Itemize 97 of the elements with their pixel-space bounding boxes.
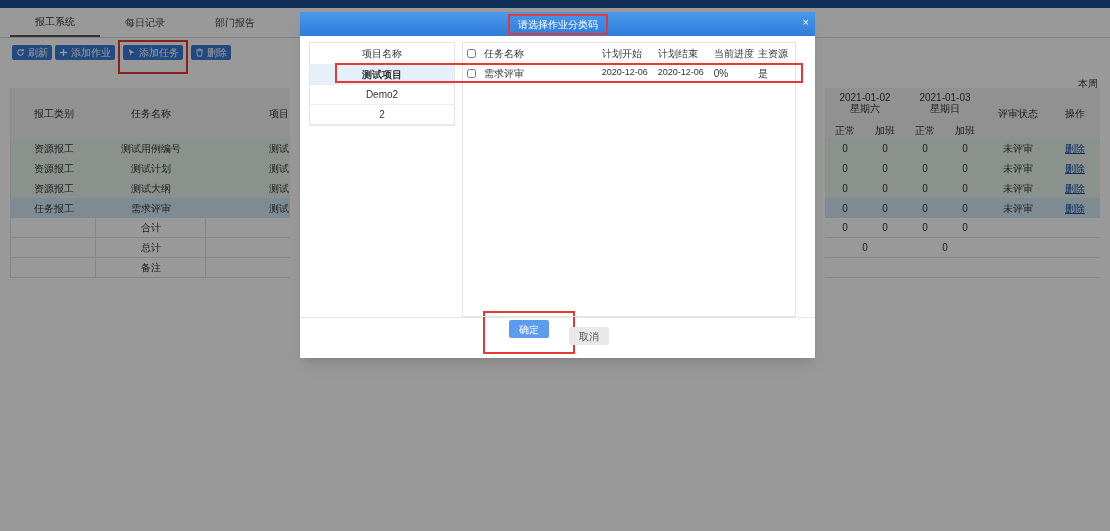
table-row[interactable]: 0 0 0 0 未评审 删除 [825,198,1100,218]
column-header: 计划开始 [601,46,643,61]
toolbar-button[interactable]: 添加作业 [55,45,115,60]
table-cell-text: 测试 [269,141,289,156]
close-button[interactable]: × [802,17,809,28]
table-cell-text: 未评审 [1002,181,1033,196]
column-header: 加班 [875,124,895,138]
table-cell-text: 测试用例编号 [121,141,181,156]
table-cell-text: 0 [962,201,968,216]
table-cell-text: 需求评审 [484,66,525,81]
table-cell-text: 0 [862,241,868,255]
table-cell-text: 0 [962,141,968,156]
table-cell-text: 0 [962,161,968,176]
table-cell-text: 0 [922,161,928,176]
table-cell-text: 0 [842,221,848,235]
table-cell-text: 需求评审 [131,201,171,216]
delete-link[interactable]: 删除 [1065,180,1085,196]
table-cell-text: 测试 [269,161,289,176]
tab[interactable]: 部门报告 [190,8,280,37]
table-cell-text: 合计 [140,221,161,235]
table-cell-text: 任务报工 [33,201,74,216]
table-row[interactable]: 0 0 0 0 未评审 删除 [825,178,1100,198]
table-cell-text: 2020-12-06 [601,66,649,80]
select-all-checkbox[interactable] [467,48,476,58]
toolbar-button[interactable]: 删除 [191,45,231,60]
table-cell-text: 0 [922,221,928,235]
column-header: 主资源 [758,46,790,61]
plus-icon [59,48,68,57]
table-row[interactable]: 资源报工 测试大纲 测试 [11,178,290,198]
tab[interactable]: 报工系统 [10,8,100,37]
project-item[interactable]: Demo2 [310,85,454,105]
table-cell-text: 0 [882,141,888,156]
table-cell-text: 0% [713,66,730,81]
delete-link[interactable]: 删除 [1065,200,1085,216]
table-cell-text: 测试大纲 [131,181,171,196]
table-cell-text: 0 [842,201,848,216]
table-cell-text: 0 [922,201,928,216]
tab[interactable]: 每日记录 [100,8,190,37]
table-cell-text: 未评审 [1002,161,1033,176]
period-label: 本周 [1078,77,1098,88]
table-cell-text: 测试 [269,201,289,216]
table-row[interactable]: 资源报工 测试用例编号 测试 [11,138,290,158]
table-cell-text: 测试计划 [131,161,171,176]
table-cell-text: 0 [842,181,848,196]
project-item[interactable]: 测试项目 [310,65,454,85]
column-header: 任务名称 [131,106,171,121]
column-header: 正常 [835,124,855,138]
column-header: 当前进度 [713,46,755,61]
dialog-button[interactable]: 确定 [508,320,549,338]
pointer-icon [127,48,136,57]
table-row[interactable]: 资源报工 测试计划 测试 [11,158,290,178]
toolbar-button[interactable]: 刷新 [12,45,52,60]
table-cell-text: 0 [842,161,848,176]
column-header: 评审状态 [997,106,1038,121]
table-cell-text: 0 [882,221,888,235]
table-row[interactable]: 0 0 0 0 未评审 删除 [825,138,1100,158]
table-cell-text: 0 [922,141,928,156]
table-cell-text: 是 [758,66,770,81]
column-header: 正常 [915,124,935,138]
table-cell-text: 0 [942,241,948,255]
table-cell-text: 0 [882,161,888,176]
table-cell-text: 测试 [269,181,289,196]
table-cell-text: 0 [882,201,888,216]
column-header: 报工类别 [33,106,74,121]
delete-link[interactable]: 删除 [1065,160,1085,176]
table-cell-text: 资源报工 [33,181,74,196]
table-cell-text: 总计 [140,241,161,255]
column-header: 加班 [955,124,975,138]
column-header: 项目名称 [362,47,402,61]
table-row[interactable]: 任务报工 需求评审 测试 [11,198,290,218]
table-cell-text: 0 [842,141,848,156]
dialog-title: 请选择作业分类码 [517,18,598,30]
table-cell-text: 2020-12-06 [657,66,705,80]
table-cell-text: 资源报工 [33,141,74,156]
table-cell-text: 备注 [140,261,161,275]
table-cell-text: 未评审 [1002,201,1033,216]
column-header: 计划结束 [657,46,699,61]
table-cell-text: 0 [882,181,888,196]
table-cell-text: 0 [962,221,968,235]
trash-icon [195,48,204,57]
column-header: 操作 [1065,106,1085,121]
dialog-button[interactable]: 取消 [568,327,609,345]
task-row[interactable]: 需求评审 2020-12-06 2020-12-06 0% 是 [463,65,795,81]
table-cell-text: 0 [922,181,928,196]
project-item[interactable]: 2 [310,105,454,125]
table-cell-text: 资源报工 [33,161,74,176]
table-cell-text: 未评审 [1002,141,1033,156]
toolbar-button[interactable]: 添加任务 [123,45,183,60]
delete-link[interactable]: 删除 [1065,140,1085,156]
table-cell-text: 0 [962,181,968,196]
column-header: 项目 [269,106,289,121]
column-header: 任务名称 [484,46,525,61]
date-header: 2021-01-03 星期日 [919,92,971,114]
date-header: 2021-01-02 星期六 [839,92,891,114]
task-checkbox[interactable] [467,68,476,78]
refresh-icon [16,48,25,57]
table-row[interactable]: 0 0 0 0 未评审 删除 [825,158,1100,178]
